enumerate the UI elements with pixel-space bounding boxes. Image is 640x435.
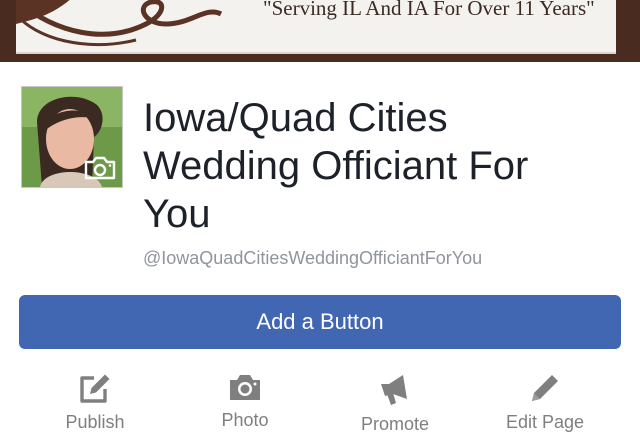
promote-label: Promote: [360, 414, 430, 434]
edit-page-action[interactable]: Edit Page: [475, 368, 615, 432]
page-title: Iowa/Quad Cities Wedding Officiant For Y…: [143, 96, 529, 236]
edit-page-label: Edit Page: [505, 412, 585, 432]
cover-photo[interactable]: "Serving IL And IA For Over 11 Years": [0, 0, 640, 62]
cover-tagline: "Serving IL And IA For Over 11 Years": [263, 0, 595, 20]
change-photo-button[interactable]: [82, 153, 118, 183]
camera-icon: [84, 156, 116, 180]
promote-action[interactable]: Promote: [325, 368, 465, 434]
pencil-icon: [532, 375, 558, 401]
flourish-ornament: [16, 0, 223, 47]
cover-sign: "Serving IL And IA For Over 11 Years": [16, 0, 616, 54]
publish-action[interactable]: Publish: [25, 368, 165, 432]
publish-label: Publish: [65, 412, 125, 432]
page-actions-bar: Publish Photo Promote Edit Page: [0, 368, 640, 434]
add-a-button[interactable]: Add a Button: [19, 295, 621, 349]
camera-icon: [230, 375, 260, 400]
profile-picture[interactable]: [21, 86, 123, 188]
photo-action[interactable]: Photo: [175, 368, 315, 430]
page-username: @IowaQuadCitiesWeddingOfficiantForYou: [143, 248, 483, 268]
compose-icon: [80, 374, 110, 403]
photo-label: Photo: [221, 410, 269, 430]
megaphone-icon: [381, 375, 407, 405]
